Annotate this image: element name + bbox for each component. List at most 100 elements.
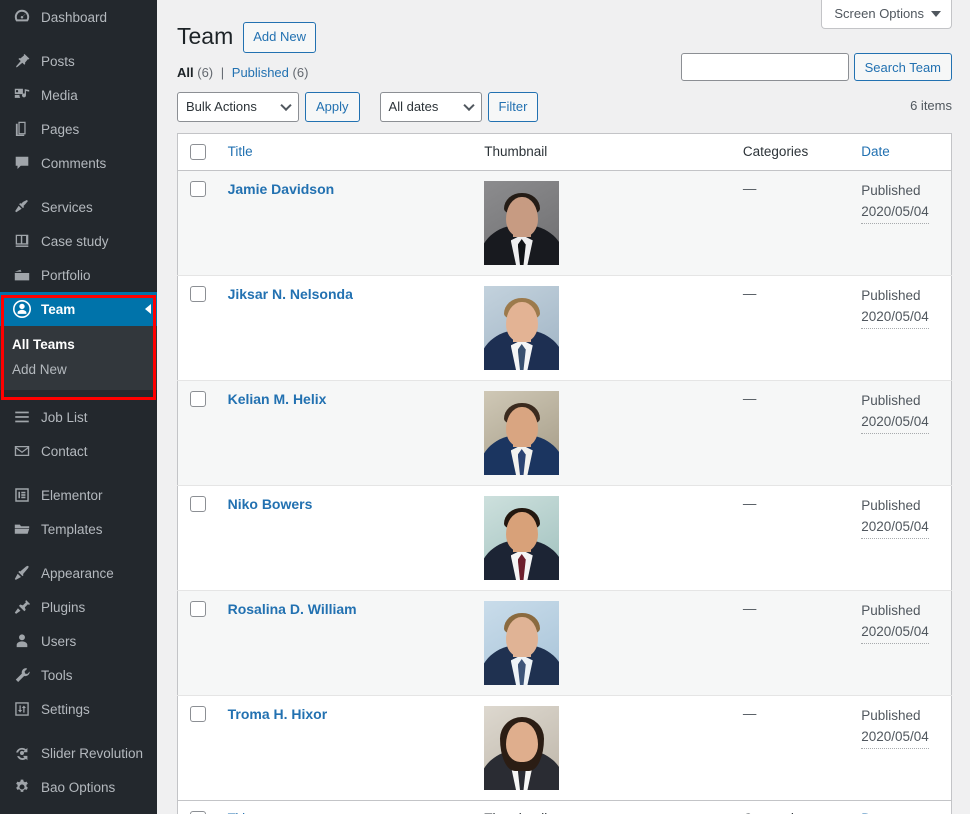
row-title-link[interactable]: Jamie Davidson — [228, 181, 335, 197]
row-status: Published — [861, 497, 921, 513]
sidebar-item-job-list[interactable]: Job List — [0, 400, 157, 434]
table-row: Rosalina D. William — Published 2020/05/04 — [177, 590, 952, 696]
menu-separator — [0, 546, 157, 556]
sidebar-item-dashboard[interactable]: Dashboard — [0, 0, 157, 34]
sidebar-item-services[interactable]: Services — [0, 190, 157, 224]
row-checkbox[interactable] — [190, 601, 206, 618]
row-title-link[interactable]: Kelian M. Helix — [228, 391, 327, 407]
sidebar-item-bao-options[interactable]: Bao Options — [0, 770, 157, 804]
row-select-cell — [178, 380, 218, 485]
sidebar-item-slider-revolution[interactable]: Slider Revolution — [0, 736, 157, 770]
sidebar-item-label: Job List — [41, 409, 88, 425]
bulk-actions-select[interactable]: Bulk Actions — [177, 91, 299, 122]
row-date-block: Published 2020/05/04 — [861, 288, 941, 329]
row-date[interactable]: 2020/05/04 — [861, 622, 929, 644]
sidebar-item-label: Team — [41, 301, 76, 317]
row-title-cell: Niko Bowers — [218, 485, 475, 590]
menu-separator — [0, 180, 157, 190]
row-title-cell: Troma H. Hixor — [218, 695, 475, 800]
date-filter-select[interactable]: All dates — [379, 91, 482, 122]
row-date[interactable]: 2020/05/04 — [861, 517, 929, 539]
filter-link-all[interactable]: All — [177, 65, 194, 80]
column-header-categories-label: Categories — [742, 143, 809, 159]
table-row: Jamie Davidson — Published 2020/05/04 — [177, 170, 952, 276]
media-icon — [12, 85, 32, 105]
sidebar-item-plugins[interactable]: Plugins — [0, 590, 157, 624]
sidebar-item-label: Templates — [41, 521, 103, 537]
filter-button[interactable]: Filter — [487, 91, 539, 122]
column-header-date[interactable]: Date — [851, 133, 952, 171]
row-date-cell: Published 2020/05/04 — [851, 275, 951, 380]
add-new-button[interactable]: Add New — [243, 22, 316, 53]
gear-icon — [12, 777, 32, 797]
pages-icon — [12, 119, 32, 139]
row-categories-cell: — — [733, 590, 851, 695]
row-date[interactable]: 2020/05/04 — [861, 202, 929, 224]
row-status: Published — [861, 392, 921, 408]
column-header-title-label: Title — [227, 143, 253, 159]
sliders-icon — [12, 699, 32, 719]
team-member-thumbnail — [484, 495, 560, 580]
bulk-actions-label: Bulk Actions — [186, 99, 257, 114]
sidebar-item-portfolio[interactable]: Portfolio — [0, 258, 157, 292]
table-body: Jamie Davidson — Published 2020/05/04 Jiksar… — [177, 170, 952, 801]
row-date[interactable]: 2020/05/04 — [861, 307, 929, 329]
row-date-cell: Published 2020/05/04 — [851, 485, 951, 590]
sidebar-item-comments[interactable]: Comments — [0, 146, 157, 180]
row-checkbox[interactable] — [190, 496, 206, 513]
sidebar-item-elementor[interactable]: Elementor — [0, 478, 157, 512]
row-checkbox[interactable] — [190, 286, 206, 303]
column-footer-thumbnail: Thumbnail — [474, 800, 733, 814]
sidebar-item-posts[interactable]: Posts — [0, 44, 157, 78]
row-title-cell: Kelian M. Helix — [218, 380, 475, 485]
select-all-header — [177, 133, 218, 171]
row-categories-cell: — — [733, 380, 851, 485]
team-member-thumbnail — [484, 600, 560, 685]
row-status: Published — [861, 602, 921, 618]
row-checkbox[interactable] — [190, 706, 206, 723]
row-date[interactable]: 2020/05/04 — [861, 412, 929, 434]
sidebar-item-settings[interactable]: Settings — [0, 692, 157, 726]
filter-link-published[interactable]: Published — [232, 65, 289, 80]
search-team-button[interactable]: Search Team — [853, 53, 952, 81]
row-select-cell — [178, 695, 218, 800]
sidebar-item-contact[interactable]: Contact — [0, 434, 157, 468]
column-header-date-label: Date — [861, 143, 890, 159]
row-title-link[interactable]: Jiksar N. Nelsonda — [228, 286, 353, 302]
submenu-item-add-new[interactable]: Add New — [0, 357, 157, 382]
sidebar-item-media[interactable]: Media — [0, 78, 157, 112]
sidebar-item-label: Plugins — [41, 599, 86, 615]
row-categories-cell: — — [733, 485, 851, 590]
page-title: Team — [177, 23, 234, 50]
row-title-link[interactable]: Niko Bowers — [228, 496, 313, 512]
filter-count-all: (6) — [197, 64, 214, 80]
row-title-link[interactable]: Rosalina D. William — [228, 601, 357, 617]
sidebar-item-users[interactable]: Users — [0, 624, 157, 658]
row-status: Published — [861, 707, 921, 723]
row-title-cell: Jamie Davidson — [218, 170, 475, 275]
row-checkbox[interactable] — [190, 181, 206, 198]
sidebar-item-tools[interactable]: Tools — [0, 658, 157, 692]
hammer-icon — [12, 197, 32, 217]
column-footer-title[interactable]: Title — [217, 800, 475, 814]
screen-options-toggle[interactable]: Screen Options — [821, 0, 952, 29]
table-footer-row: Title Thumbnail Categories Date — [177, 800, 952, 814]
sidebar-item-templates[interactable]: Templates — [0, 512, 157, 546]
apply-button[interactable]: Apply — [305, 91, 360, 122]
sidebar-item-pages[interactable]: Pages — [0, 112, 157, 146]
column-header-thumbnail: Thumbnail — [474, 133, 733, 171]
row-date[interactable]: 2020/05/04 — [861, 727, 929, 749]
submenu-item-all-teams[interactable]: All Teams — [0, 332, 157, 357]
sidebar-item-appearance[interactable]: Appearance — [0, 556, 157, 590]
sidebar-item-label: Contact — [41, 443, 88, 459]
chevron-down-icon — [931, 10, 941, 17]
row-title-link[interactable]: Troma H. Hixor — [228, 706, 328, 722]
column-footer-date[interactable]: Date — [851, 800, 952, 814]
search-input[interactable] — [680, 53, 849, 81]
sidebar-item-case-study[interactable]: Case study — [0, 224, 157, 258]
sidebar-item-label: Elementor — [41, 487, 103, 503]
select-all-checkbox-top[interactable] — [190, 143, 206, 160]
row-checkbox[interactable] — [190, 391, 206, 408]
sidebar-item-team[interactable]: Team — [0, 292, 157, 326]
column-header-title[interactable]: Title — [217, 133, 475, 171]
